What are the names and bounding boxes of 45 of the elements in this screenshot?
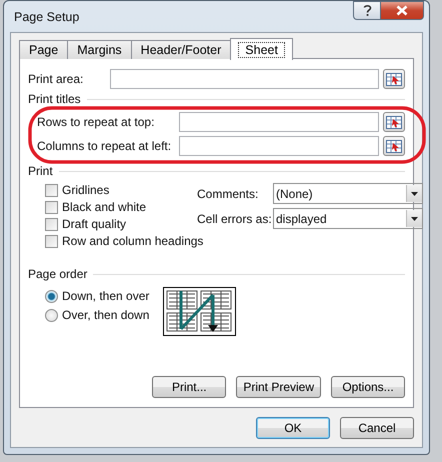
group-heading: Page order [28,267,88,281]
radio-label: Over, then down [62,308,150,322]
dialog-button[interactable]: Print... [152,376,226,398]
radio-label: Down, then over [62,289,150,303]
tab[interactable]: Sheet [230,38,293,60]
group-heading: Print [28,164,53,178]
question-mark-icon [362,4,372,17]
checkbox-label: Draft quality [62,217,126,231]
dropdown[interactable]: (None) [273,183,423,204]
radio-button[interactable] [45,308,58,322]
grid-arrow-icon [386,116,402,128]
grid-arrow-icon [386,72,402,86]
field-label: Rows to repeat at top: [36,115,156,129]
close-icon [396,5,408,16]
field-label: Columns to repeat at left: [36,139,172,153]
dialog-button[interactable]: OK [256,417,330,439]
checkbox[interactable] [45,218,58,230]
input-field[interactable] [179,136,379,156]
dropdown-label: Cell errors as: [197,212,273,226]
checkbox-label: Row and column headings [62,234,204,248]
radio-button[interactable] [45,290,58,302]
checkbox[interactable] [45,184,58,196]
checkbox-label: Gridlines [62,183,110,197]
checkbox-label: Black and white [62,200,146,214]
checkbox[interactable] [45,200,58,214]
tab[interactable]: Margins [67,40,132,59]
close-button[interactable] [380,1,424,20]
collapse-dialog-button[interactable] [383,112,405,132]
dropdown-label: Comments: [197,186,260,200]
input-field[interactable] [179,112,379,132]
dialog-button[interactable]: Options... [331,376,405,398]
tab[interactable]: Header/Footer [130,40,232,59]
tab[interactable]: Page [19,40,68,59]
window-title: Page Setup [13,9,80,24]
field-label: Print area: [28,72,84,86]
collapse-dialog-button[interactable] [383,69,405,89]
dialog-button[interactable]: Cancel [340,417,414,439]
checkbox[interactable] [45,234,58,248]
dialog-button[interactable]: Print Preview [236,376,321,398]
collapse-dialog-button[interactable] [383,136,405,156]
grid-arrow-icon [386,140,402,152]
help-button[interactable] [353,1,380,20]
group-heading: Print titles [28,92,81,106]
input-field[interactable] [110,69,379,89]
dropdown[interactable]: displayed [273,208,423,229]
